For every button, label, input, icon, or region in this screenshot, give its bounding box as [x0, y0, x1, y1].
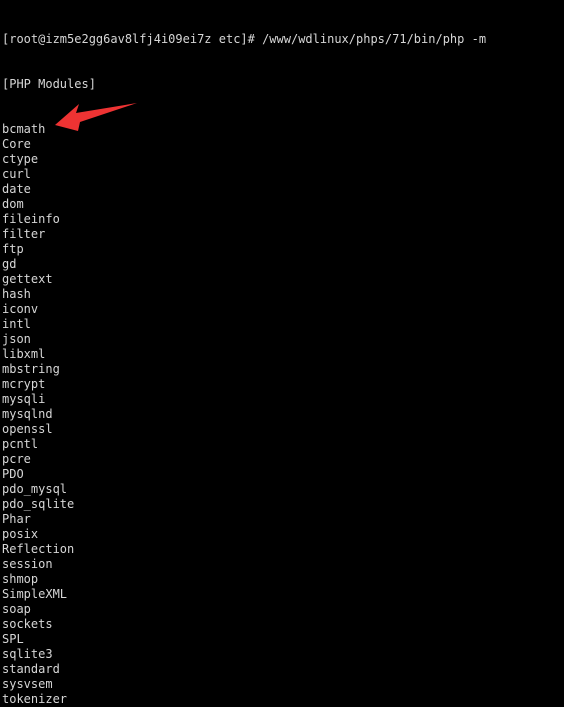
php-module-item: Reflection [2, 542, 75, 556]
php-module-item: tokenizer [2, 692, 68, 706]
php-module-item: Phar [2, 512, 31, 526]
php-module-item: shmop [2, 572, 39, 586]
php-module-item: SimpleXML [2, 587, 68, 601]
php-module-item: soap [2, 602, 31, 616]
php-module-item: pdo_sqlite [2, 497, 75, 511]
php-module-item: PDO [2, 467, 24, 481]
php-module-item: mysqli [2, 392, 46, 406]
php-module-item: sqlite3 [2, 647, 53, 661]
php-module-item: ctype [2, 152, 39, 166]
php-module-item: gettext [2, 272, 53, 286]
php-module-item: mbstring [2, 362, 60, 376]
php-modules-header: [PHP Modules] [2, 77, 96, 91]
php-module-item: mcrypt [2, 377, 46, 391]
php-module-item: sysvsem [2, 677, 53, 691]
php-module-item: pdo_mysql [2, 482, 68, 496]
php-module-item: iconv [2, 302, 39, 316]
php-module-item: Core [2, 137, 31, 151]
php-module-item: ftp [2, 242, 24, 256]
php-module-item: bcmath [2, 122, 46, 136]
php-module-item: intl [2, 317, 31, 331]
php-module-item: libxml [2, 347, 46, 361]
shell-prompt-line: [root@izm5e2gg6av8lfj4i09ei7z etc]# /www… [2, 32, 487, 46]
php-module-item: date [2, 182, 31, 196]
php-module-item: dom [2, 197, 24, 211]
php-module-item: standard [2, 662, 60, 676]
php-module-item: pcre [2, 452, 31, 466]
php-module-item: session [2, 557, 53, 571]
php-module-item: mysqlnd [2, 407, 53, 421]
php-module-item: openssl [2, 422, 53, 436]
php-module-item: fileinfo [2, 212, 60, 226]
php-module-item: SPL [2, 632, 24, 646]
php-module-item: filter [2, 227, 46, 241]
php-module-item: curl [2, 167, 31, 181]
php-module-list: bcmath Core ctype curl date dom fileinfo filter… [2, 122, 564, 707]
php-module-item: posix [2, 527, 39, 541]
php-module-item: gd [2, 257, 17, 271]
php-module-item: json [2, 332, 31, 346]
terminal-window[interactable]: [root@izm5e2gg6av8lfj4i09ei7z etc]# /www… [0, 0, 564, 707]
terminal-screen: [root@izm5e2gg6av8lfj4i09ei7z etc]# /www… [2, 2, 564, 707]
php-module-item: hash [2, 287, 31, 301]
php-module-item: pcntl [2, 437, 39, 451]
php-module-item: sockets [2, 617, 53, 631]
